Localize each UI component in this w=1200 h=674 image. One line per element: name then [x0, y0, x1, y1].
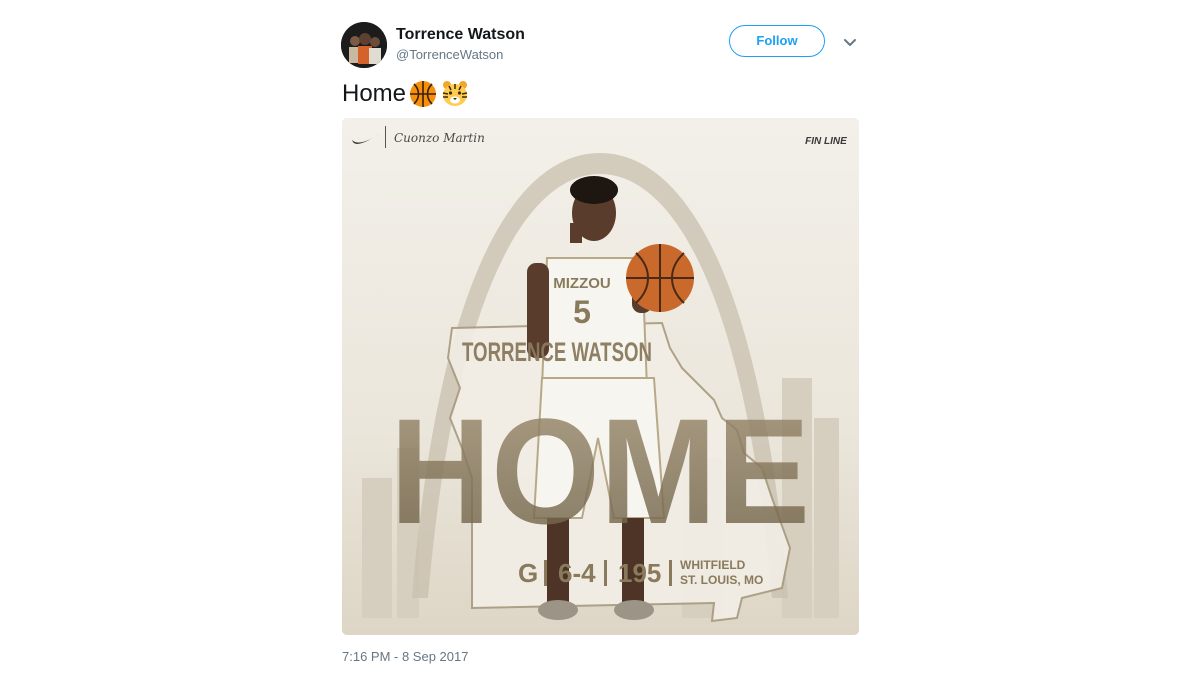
username-handle[interactable]: @TorrenceWatson	[396, 46, 525, 63]
jersey-team: MIZZOU	[553, 275, 611, 292]
tiger-emoji-icon	[442, 81, 468, 106]
tweet-text: Home	[342, 78, 470, 110]
tweet-text-content: Home	[342, 80, 407, 107]
jersey-number: 5	[573, 294, 591, 330]
brand-signature: Cuonzo Martin	[394, 131, 485, 145]
basketball-emoji-icon	[410, 81, 437, 107]
fin-line-logo: FIN LINE	[805, 136, 847, 147]
player-name: TORRENCE WATSON	[462, 337, 652, 367]
stat-height: 6-4	[558, 558, 596, 588]
tweet-media-image[interactable]: MIZZOU 5 TORRENCE WATSON HOME G 6-4 195 …	[342, 118, 859, 635]
avatar[interactable]	[341, 22, 387, 68]
headline: HOME	[390, 387, 810, 555]
school-name: WHITFIELD	[680, 558, 746, 572]
display-name[interactable]: Torrence Watson	[396, 25, 525, 45]
stat-position: G	[518, 558, 538, 588]
follow-button[interactable]: Follow	[729, 25, 825, 57]
tweet-author: Torrence Watson @TorrenceWatson	[396, 25, 525, 63]
school-location: ST. LOUIS, MO	[680, 573, 763, 587]
stat-weight: 195	[618, 558, 661, 588]
tweet-timestamp[interactable]: 7:16 PM - 8 Sep 2017	[342, 648, 468, 666]
chevron-down-icon[interactable]	[841, 36, 859, 50]
